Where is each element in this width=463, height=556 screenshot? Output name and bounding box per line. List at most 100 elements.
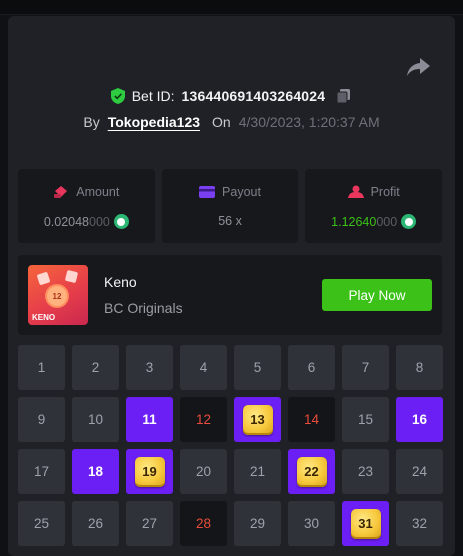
keno-cell-10[interactable]: 10 xyxy=(72,397,119,442)
keno-cell-number: 16 xyxy=(411,412,428,427)
card-decoration xyxy=(36,271,51,286)
keno-cell-number: 29 xyxy=(249,516,266,531)
profit-icon xyxy=(347,185,364,198)
keno-cell-number: 28 xyxy=(195,516,212,531)
keno-cell-number: 26 xyxy=(87,516,104,531)
keno-cell-number: 8 xyxy=(415,360,424,375)
keno-cell-3[interactable]: 3 xyxy=(126,345,173,390)
profit-label: Profit xyxy=(370,185,400,199)
play-now-button[interactable]: Play Now xyxy=(322,279,432,311)
keno-cell-30[interactable]: 30 xyxy=(288,501,335,546)
keno-cell-number: 4 xyxy=(199,360,208,375)
keno-cell-number: 30 xyxy=(303,516,320,531)
payout-label: Payout xyxy=(222,185,261,199)
keno-cell-number: 32 xyxy=(411,516,428,531)
keno-cell-8[interactable]: 8 xyxy=(396,345,443,390)
keno-cell-17[interactable]: 17 xyxy=(18,449,65,494)
payout-icon xyxy=(199,186,216,198)
username-link[interactable]: Tokopedia123 xyxy=(108,114,200,130)
gem-icon: 13 xyxy=(242,404,273,435)
keno-cell-number: 25 xyxy=(33,516,50,531)
stats-row: Amount 0.02048000 Payout 56 x Profit 1.1… xyxy=(18,169,443,243)
keno-cell-20[interactable]: 20 xyxy=(180,449,227,494)
profit-value-fade: 000 xyxy=(376,214,398,229)
by-label: By xyxy=(83,114,100,130)
keno-cell-13[interactable]: 13 xyxy=(234,397,281,442)
keno-cell-32[interactable]: 32 xyxy=(396,501,443,546)
bcd-coin-icon xyxy=(401,214,417,229)
share-icon[interactable] xyxy=(405,56,431,78)
keno-cell-25[interactable]: 25 xyxy=(18,501,65,546)
keno-cell-1[interactable]: 1 xyxy=(18,345,65,390)
shield-check-icon xyxy=(110,88,125,104)
game-provider: BC Originals xyxy=(104,300,183,316)
amount-value: 0.02048 xyxy=(43,214,89,229)
keno-cell-2[interactable]: 2 xyxy=(72,345,119,390)
keno-cell-number: 11 xyxy=(142,412,157,427)
gem-icon: 22 xyxy=(296,456,327,487)
bet-id-row: Bet ID: 136440691403264024 xyxy=(0,88,463,104)
keno-cell-15[interactable]: 15 xyxy=(342,397,389,442)
keno-cell-number: 9 xyxy=(37,412,46,427)
bet-id-value: 136440691403264024 xyxy=(181,88,326,104)
keno-cell-number: 10 xyxy=(87,412,104,427)
keno-cell-number: 3 xyxy=(145,360,154,375)
stat-amount: Amount 0.02048000 xyxy=(18,169,155,243)
keno-cell-14[interactable]: 14 xyxy=(288,397,335,442)
thumbnail-title: KENO xyxy=(32,313,56,322)
amount-label: Amount xyxy=(76,185,120,199)
keno-cell-number: 20 xyxy=(195,464,212,479)
keno-cell-31[interactable]: 31 xyxy=(342,501,389,546)
keno-cell-number: 14 xyxy=(303,412,320,427)
keno-cell-11[interactable]: 11 xyxy=(126,397,173,442)
keno-cell-23[interactable]: 23 xyxy=(342,449,389,494)
keno-cell-7[interactable]: 7 xyxy=(342,345,389,390)
keno-thumbnail[interactable]: 12 KENO xyxy=(28,265,88,325)
keno-cell-number: 7 xyxy=(361,360,370,375)
stat-profit: Profit 1.12640000 xyxy=(305,169,443,243)
keno-cell-number: 17 xyxy=(33,464,50,479)
keno-cell-number: 5 xyxy=(253,360,262,375)
keno-cell-number: 15 xyxy=(357,412,374,427)
keno-cell-number: 23 xyxy=(357,464,374,479)
on-label: On xyxy=(212,114,231,130)
keno-cell-28[interactable]: 28 xyxy=(180,501,227,546)
top-bar xyxy=(0,0,463,15)
bet-id-label: Bet ID: xyxy=(131,88,175,104)
copy-icon[interactable] xyxy=(336,88,352,104)
amount-icon xyxy=(54,186,68,198)
keno-cell-29[interactable]: 29 xyxy=(234,501,281,546)
keno-cell-6[interactable]: 6 xyxy=(288,345,335,390)
keno-cell-22[interactable]: 22 xyxy=(288,449,335,494)
keno-cell-19[interactable]: 19 xyxy=(126,449,173,494)
keno-cell-number: 12 xyxy=(195,412,212,427)
keno-board: 1 2 3 4 5 6 7 8 9 10 11 12 13 14 15 16 17 18 19 20 21 22 23 24 2… xyxy=(18,345,443,546)
keno-cell-18[interactable]: 18 xyxy=(72,449,119,494)
keno-cell-27[interactable]: 27 xyxy=(126,501,173,546)
keno-cell-4[interactable]: 4 xyxy=(180,345,227,390)
card-decoration xyxy=(64,269,79,284)
keno-cell-24[interactable]: 24 xyxy=(396,449,443,494)
keno-cell-number: 1 xyxy=(37,360,46,375)
keno-cell-number: 27 xyxy=(141,516,158,531)
keno-cell-12[interactable]: 12 xyxy=(180,397,227,442)
gem-icon: 31 xyxy=(350,508,381,539)
keno-cell-16[interactable]: 16 xyxy=(396,397,443,442)
bet-meta-row: By Tokopedia123 On 4/30/2023, 1:20:37 AM xyxy=(0,114,463,130)
keno-cell-number: 21 xyxy=(249,464,266,479)
keno-cell-9[interactable]: 9 xyxy=(18,397,65,442)
keno-cell-number: 24 xyxy=(411,464,428,479)
bet-datetime: 4/30/2023, 1:20:37 AM xyxy=(238,114,380,130)
keno-cell-21[interactable]: 21 xyxy=(234,449,281,494)
gem-icon: 19 xyxy=(134,456,165,487)
payout-value: 56 x xyxy=(218,214,242,228)
keno-cell-number: 6 xyxy=(307,360,316,375)
stat-payout: Payout 56 x xyxy=(161,169,299,243)
keno-cell-number: 2 xyxy=(91,360,100,375)
keno-cell-5[interactable]: 5 xyxy=(234,345,281,390)
thumbnail-ball: 12 xyxy=(47,286,67,306)
keno-cell-26[interactable]: 26 xyxy=(72,501,119,546)
amount-value-fade: 000 xyxy=(89,214,110,229)
bcd-coin-icon xyxy=(113,214,129,229)
game-name: Keno xyxy=(104,274,137,290)
